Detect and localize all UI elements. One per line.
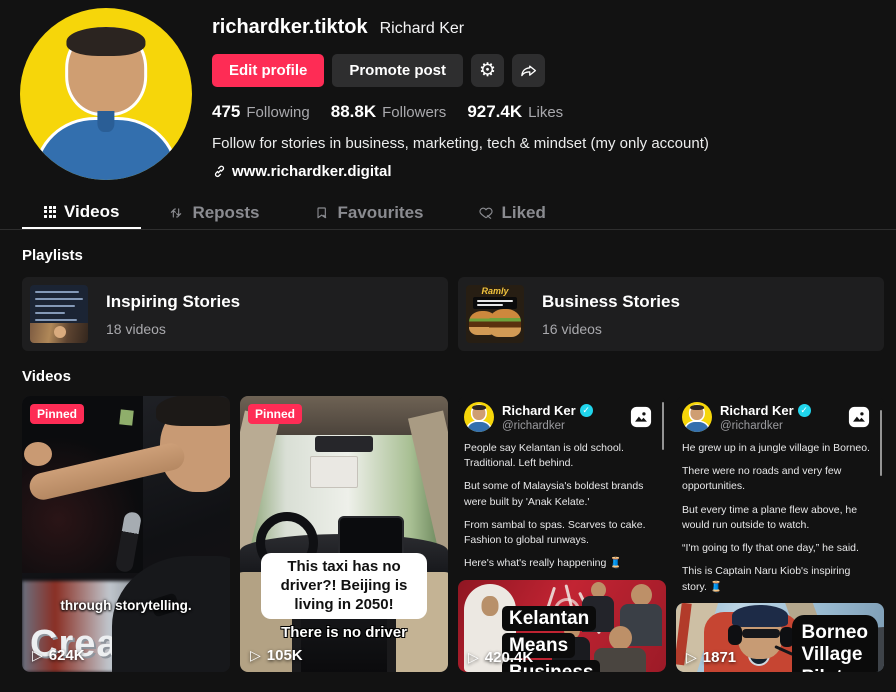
tab-reposts[interactable]: Reposts <box>141 196 286 229</box>
videos-section-title: Videos <box>22 368 896 385</box>
author-avatar <box>464 402 494 432</box>
card-scrollbar[interactable] <box>880 410 882 476</box>
share-profile-button[interactable] <box>512 54 545 87</box>
tab-favourites[interactable]: Favourites <box>287 196 451 229</box>
display-name: Richard Ker <box>380 20 464 38</box>
post-text: He grew up in a jungle village in Borneo… <box>676 432 884 603</box>
name-row: richardker.tiktok Richard Ker <box>212 16 709 39</box>
video-thumbnail: Kelantan Means Business ▷ 420.4K <box>458 580 666 672</box>
bookmark-icon <box>314 205 330 221</box>
playlist-title: Inspiring Stories <box>106 292 240 312</box>
playlist-count: 18 videos <box>106 321 240 337</box>
profile-bio: Follow for stories in business, marketin… <box>212 135 709 152</box>
playlist-thumbnail: Ramly <box>466 285 524 343</box>
author-handle: @richardker <box>502 420 593 432</box>
repost-icon <box>168 205 184 221</box>
profile-avatar[interactable] <box>20 8 192 180</box>
video-caption-box: This taxi has no driver?! Beijing is liv… <box>261 553 427 619</box>
card-scrollbar[interactable] <box>662 402 664 450</box>
pinned-badge: Pinned <box>248 404 302 424</box>
profile-tabs: Videos Reposts Favourites Liked <box>0 196 896 230</box>
playlist-count: 16 videos <box>542 321 680 337</box>
avatar-collar <box>97 111 114 132</box>
stat-following[interactable]: 475 Following <box>212 102 310 122</box>
playlist-title: Business Stories <box>542 292 680 312</box>
thumbnail-title: Borneo Village Pilot <box>792 615 879 672</box>
play-icon: ▷ <box>468 649 479 666</box>
video-subtitle: There is no driver <box>240 624 448 641</box>
stat-likes[interactable]: 927.4K Likes <box>467 102 563 122</box>
stat-followers[interactable]: 88.8K Followers <box>331 102 447 122</box>
view-count: ▷ 624K <box>32 647 85 664</box>
play-icon: ▷ <box>686 649 697 666</box>
playlists-row: Inspiring Stories 18 videos Ramly Busine… <box>22 277 896 351</box>
author-handle: @richardker <box>720 420 811 432</box>
post-text: People say Kelantan is old school. Tradi… <box>458 432 666 580</box>
view-count: ▷ 420.4K <box>468 649 533 666</box>
view-count: ▷ 1871 <box>686 649 736 666</box>
profile-header: richardker.tiktok Richard Ker Edit profi… <box>0 0 896 180</box>
edit-profile-button[interactable]: Edit profile <box>212 54 324 87</box>
video-grid: Create through storytelling. Pinned ▷ 62… <box>22 396 896 672</box>
play-icon: ▷ <box>250 647 261 664</box>
tab-liked[interactable]: Liked <box>451 196 573 229</box>
verified-badge-icon: ✓ <box>580 404 593 417</box>
avatar-hair <box>66 27 145 56</box>
video-card-driverless-taxi[interactable]: This taxi has no driver?! Beijing is liv… <box>240 396 448 672</box>
play-icon: ▷ <box>32 647 43 664</box>
video-subtitle: through storytelling. <box>22 598 230 613</box>
heart-hidden-icon <box>478 205 494 221</box>
settings-button[interactable]: ⚙ <box>471 54 504 87</box>
link-icon <box>212 164 227 179</box>
tab-videos[interactable]: Videos <box>22 196 141 229</box>
share-icon <box>520 62 538 80</box>
author-name: Richard Ker <box>502 403 576 418</box>
photo-mode-icon <box>848 406 870 428</box>
video-card-borneo-pilot[interactable]: Richard Ker ✓ @richardker He grew up in … <box>676 396 884 672</box>
videos-grid-icon <box>44 206 56 218</box>
gear-icon: ⚙ <box>479 61 496 80</box>
ramly-logo-text: Ramly <box>481 286 508 296</box>
verified-badge-icon: ✓ <box>798 404 811 417</box>
website-link[interactable]: www.richardker.digital <box>212 163 709 180</box>
playlist-inspiring-stories[interactable]: Inspiring Stories 18 videos <box>22 277 448 351</box>
view-count: ▷ 105K <box>250 647 303 664</box>
profile-stats: 475 Following 88.8K Followers 927.4K Lik… <box>212 102 709 122</box>
playlists-section-title: Playlists <box>22 247 896 264</box>
photo-mode-icon <box>630 406 652 428</box>
playlist-business-stories[interactable]: Ramly Business Stories 16 videos <box>458 277 884 351</box>
promote-post-button[interactable]: Promote post <box>332 54 463 87</box>
video-thumbnail: Borneo Village Pilot ▷ 1871 <box>676 603 884 672</box>
video-card-kelantan[interactable]: Richard Ker ✓ @richardker People say Kel… <box>458 396 666 672</box>
author-name: Richard Ker <box>720 403 794 418</box>
username: richardker.tiktok <box>212 16 368 39</box>
playlist-thumbnail <box>30 285 88 343</box>
video-card-storytelling[interactable]: Create through storytelling. Pinned ▷ 62… <box>22 396 230 672</box>
author-avatar <box>682 402 712 432</box>
pinned-badge: Pinned <box>30 404 84 424</box>
